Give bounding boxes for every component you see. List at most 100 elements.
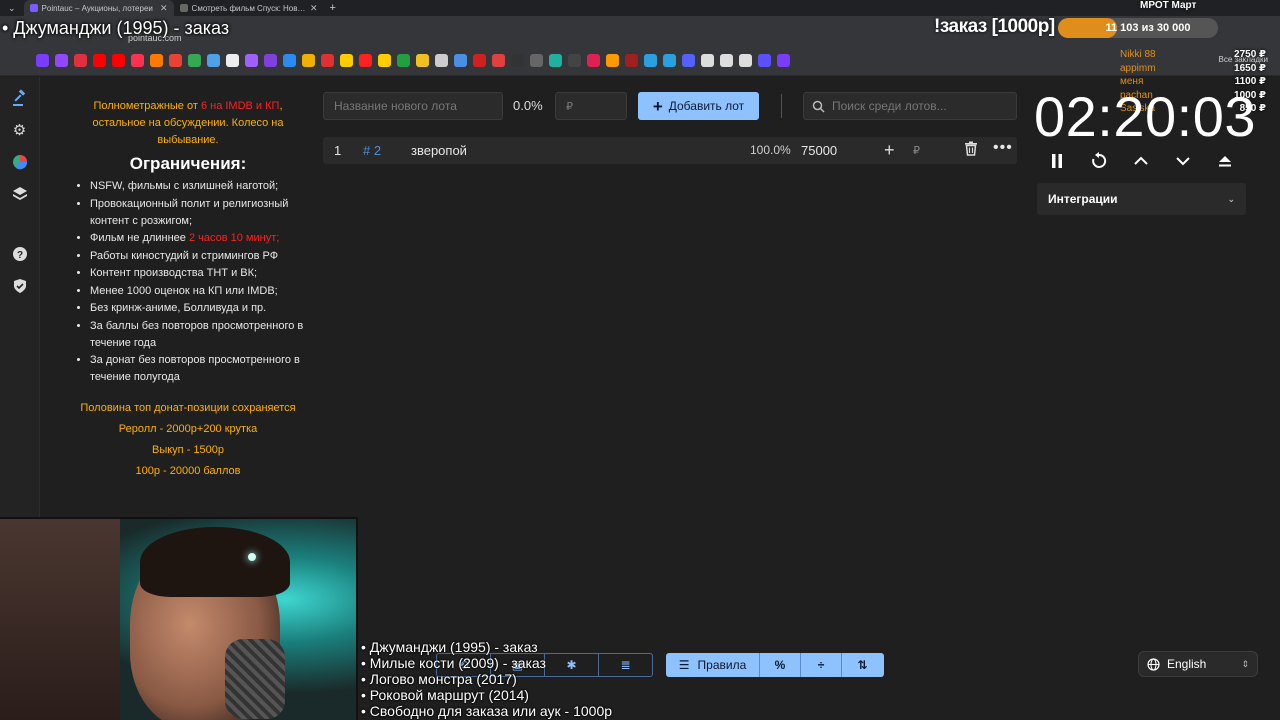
streamer-hair — [140, 527, 290, 597]
donor-amount: 1650 ₽ — [1234, 62, 1266, 74]
language-label: English — [1167, 657, 1207, 671]
add-lot-label: Добавить лот — [668, 99, 745, 113]
add-lot-button[interactable]: + Добавить лот — [638, 92, 759, 120]
gavel-icon[interactable] — [11, 89, 29, 107]
lot-amount[interactable]: 75000 — [801, 143, 837, 158]
restriction-duration: 2 часов 10 минут; — [188, 232, 280, 244]
percent-icon[interactable]: % — [760, 653, 801, 677]
bookmark-icon[interactable] — [416, 54, 429, 67]
reset-icon[interactable] — [1088, 150, 1110, 172]
help-icon[interactable]: ? — [11, 245, 29, 263]
chevron-updown-icon: ⇕ — [1241, 658, 1249, 669]
bookmark-icon[interactable] — [720, 54, 733, 67]
eject-icon[interactable] — [1214, 150, 1236, 172]
lot-row[interactable]: 1 # 2 зверопой 100.0% 75000 + ₽ ••• — [323, 137, 1017, 164]
bookmark-icon[interactable] — [397, 54, 410, 67]
globe-icon — [1147, 657, 1160, 671]
gear-icon[interactable]: ⚙ — [11, 121, 29, 139]
lot-name[interactable]: зверопой — [411, 143, 467, 158]
webcam-background — [0, 519, 120, 720]
bookmark-icon[interactable] — [758, 54, 771, 67]
bookmark-icon[interactable] — [112, 54, 125, 67]
new-tab-icon[interactable]: + — [324, 2, 342, 14]
restriction-item: NSFW, фильмы с излишней наготой; — [90, 178, 306, 195]
lot-number: 1 — [334, 143, 342, 158]
bookmark-icon[interactable] — [663, 54, 676, 67]
more-options-icon[interactable]: ••• — [993, 139, 1013, 157]
bookmark-icon[interactable] — [587, 54, 600, 67]
restriction-item: Работы киностудий и стримингов РФ — [90, 248, 306, 265]
browser-tab[interactable]: Смотреть фильм Спуск: Новая ✕ — [174, 0, 324, 16]
layers-icon[interactable] — [11, 185, 29, 203]
bookmark-icon[interactable] — [188, 54, 201, 67]
goal-label: МРОТ Март — [1140, 0, 1197, 11]
chevron-up-icon[interactable] — [1130, 150, 1152, 172]
bookmark-icon[interactable] — [568, 54, 581, 67]
bookmark-icon[interactable] — [302, 54, 315, 67]
rules-footer-line: Выкуп - 1500р — [152, 444, 224, 456]
trash-icon[interactable] — [964, 141, 978, 159]
pause-icon[interactable] — [1046, 150, 1068, 172]
rules-button[interactable]: ☰ Правила — [666, 653, 760, 677]
lot-search-input[interactable]: Поиск среди лотов... — [803, 92, 1017, 120]
bookmark-icon[interactable] — [321, 54, 334, 67]
bookmark-icon[interactable] — [625, 54, 638, 67]
bookmark-icon[interactable] — [93, 54, 106, 67]
bookmark-icon[interactable] — [150, 54, 163, 67]
plus-icon: + — [652, 96, 663, 116]
sort-icon[interactable]: ⇅ — [842, 653, 883, 677]
bookmark-icon[interactable] — [36, 54, 49, 67]
bookmark-icon[interactable] — [492, 54, 505, 67]
bookmark-icon[interactable] — [682, 54, 695, 67]
integrations-label: Интеграции — [1048, 192, 1118, 206]
restriction-item: За донат без повторов просмотренного в т… — [90, 352, 306, 386]
bookmark-icon[interactable] — [55, 54, 68, 67]
browser-tabbar: ⌄ Pointauc – Аукционы, лотереи ✕ Смотрет… — [0, 0, 1280, 16]
new-lot-percent: 0.0% — [513, 98, 543, 113]
bookmark-icon[interactable] — [226, 54, 239, 67]
view-tools-group: ☰ Правила % ÷ ⇅ — [666, 653, 884, 677]
add-amount-icon[interactable]: + — [884, 140, 895, 161]
bookmark-icon[interactable] — [511, 54, 524, 67]
lot-fast-id: # 2 — [363, 143, 382, 158]
shield-icon[interactable] — [11, 277, 29, 295]
svg-text:?: ? — [16, 250, 22, 261]
bookmark-icon[interactable] — [701, 54, 714, 67]
bookmark-icon[interactable] — [74, 54, 87, 67]
compact-icon[interactable]: ÷ — [801, 653, 842, 677]
bookmark-icon[interactable] — [169, 54, 182, 67]
timer-controls — [1046, 150, 1236, 172]
bookmark-icon[interactable] — [359, 54, 372, 67]
tab-menu-icon[interactable]: ⌄ — [0, 3, 24, 14]
close-tab-icon[interactable]: ✕ — [160, 3, 168, 14]
bookmark-icon[interactable] — [454, 54, 467, 67]
bookmark-icon[interactable] — [245, 54, 258, 67]
language-select[interactable]: English ⇕ — [1138, 651, 1258, 677]
bookmark-icon[interactable] — [340, 54, 353, 67]
restriction-item: Контент производства ТНТ и ВК; — [90, 265, 306, 282]
bookmark-icon[interactable] — [530, 54, 543, 67]
chevron-down-icon[interactable] — [1172, 150, 1194, 172]
search-icon — [812, 100, 825, 113]
bookmark-icon[interactable] — [264, 54, 277, 67]
bookmark-icon[interactable] — [606, 54, 619, 67]
close-tab-icon[interactable]: ✕ — [310, 3, 318, 14]
bookmark-icon[interactable] — [378, 54, 391, 67]
bookmark-icon[interactable] — [777, 54, 790, 67]
lot-amount-input[interactable]: ₽ — [555, 92, 627, 120]
bookmark-icon[interactable] — [549, 54, 562, 67]
bookmark-icon[interactable] — [131, 54, 144, 67]
bookmark-icon[interactable] — [739, 54, 752, 67]
integrations-dropdown[interactable]: Интеграции ⌄ — [1037, 183, 1246, 215]
bookmark-icon[interactable] — [435, 54, 448, 67]
wheel-icon[interactable] — [11, 153, 29, 171]
rules-heading: Ограничения: — [129, 154, 247, 173]
restriction-item: Без кринж-аниме, Болливуда и пр. — [90, 300, 306, 317]
bookmark-icon[interactable] — [207, 54, 220, 67]
bookmark-icon[interactable] — [283, 54, 296, 67]
tab-favicon — [179, 4, 188, 12]
bookmark-icon[interactable] — [644, 54, 657, 67]
browser-tab-active[interactable]: Pointauc – Аукционы, лотереи ✕ — [23, 0, 174, 16]
lot-name-input[interactable]: Название нового лота — [323, 92, 503, 120]
bookmark-icon[interactable] — [473, 54, 486, 67]
